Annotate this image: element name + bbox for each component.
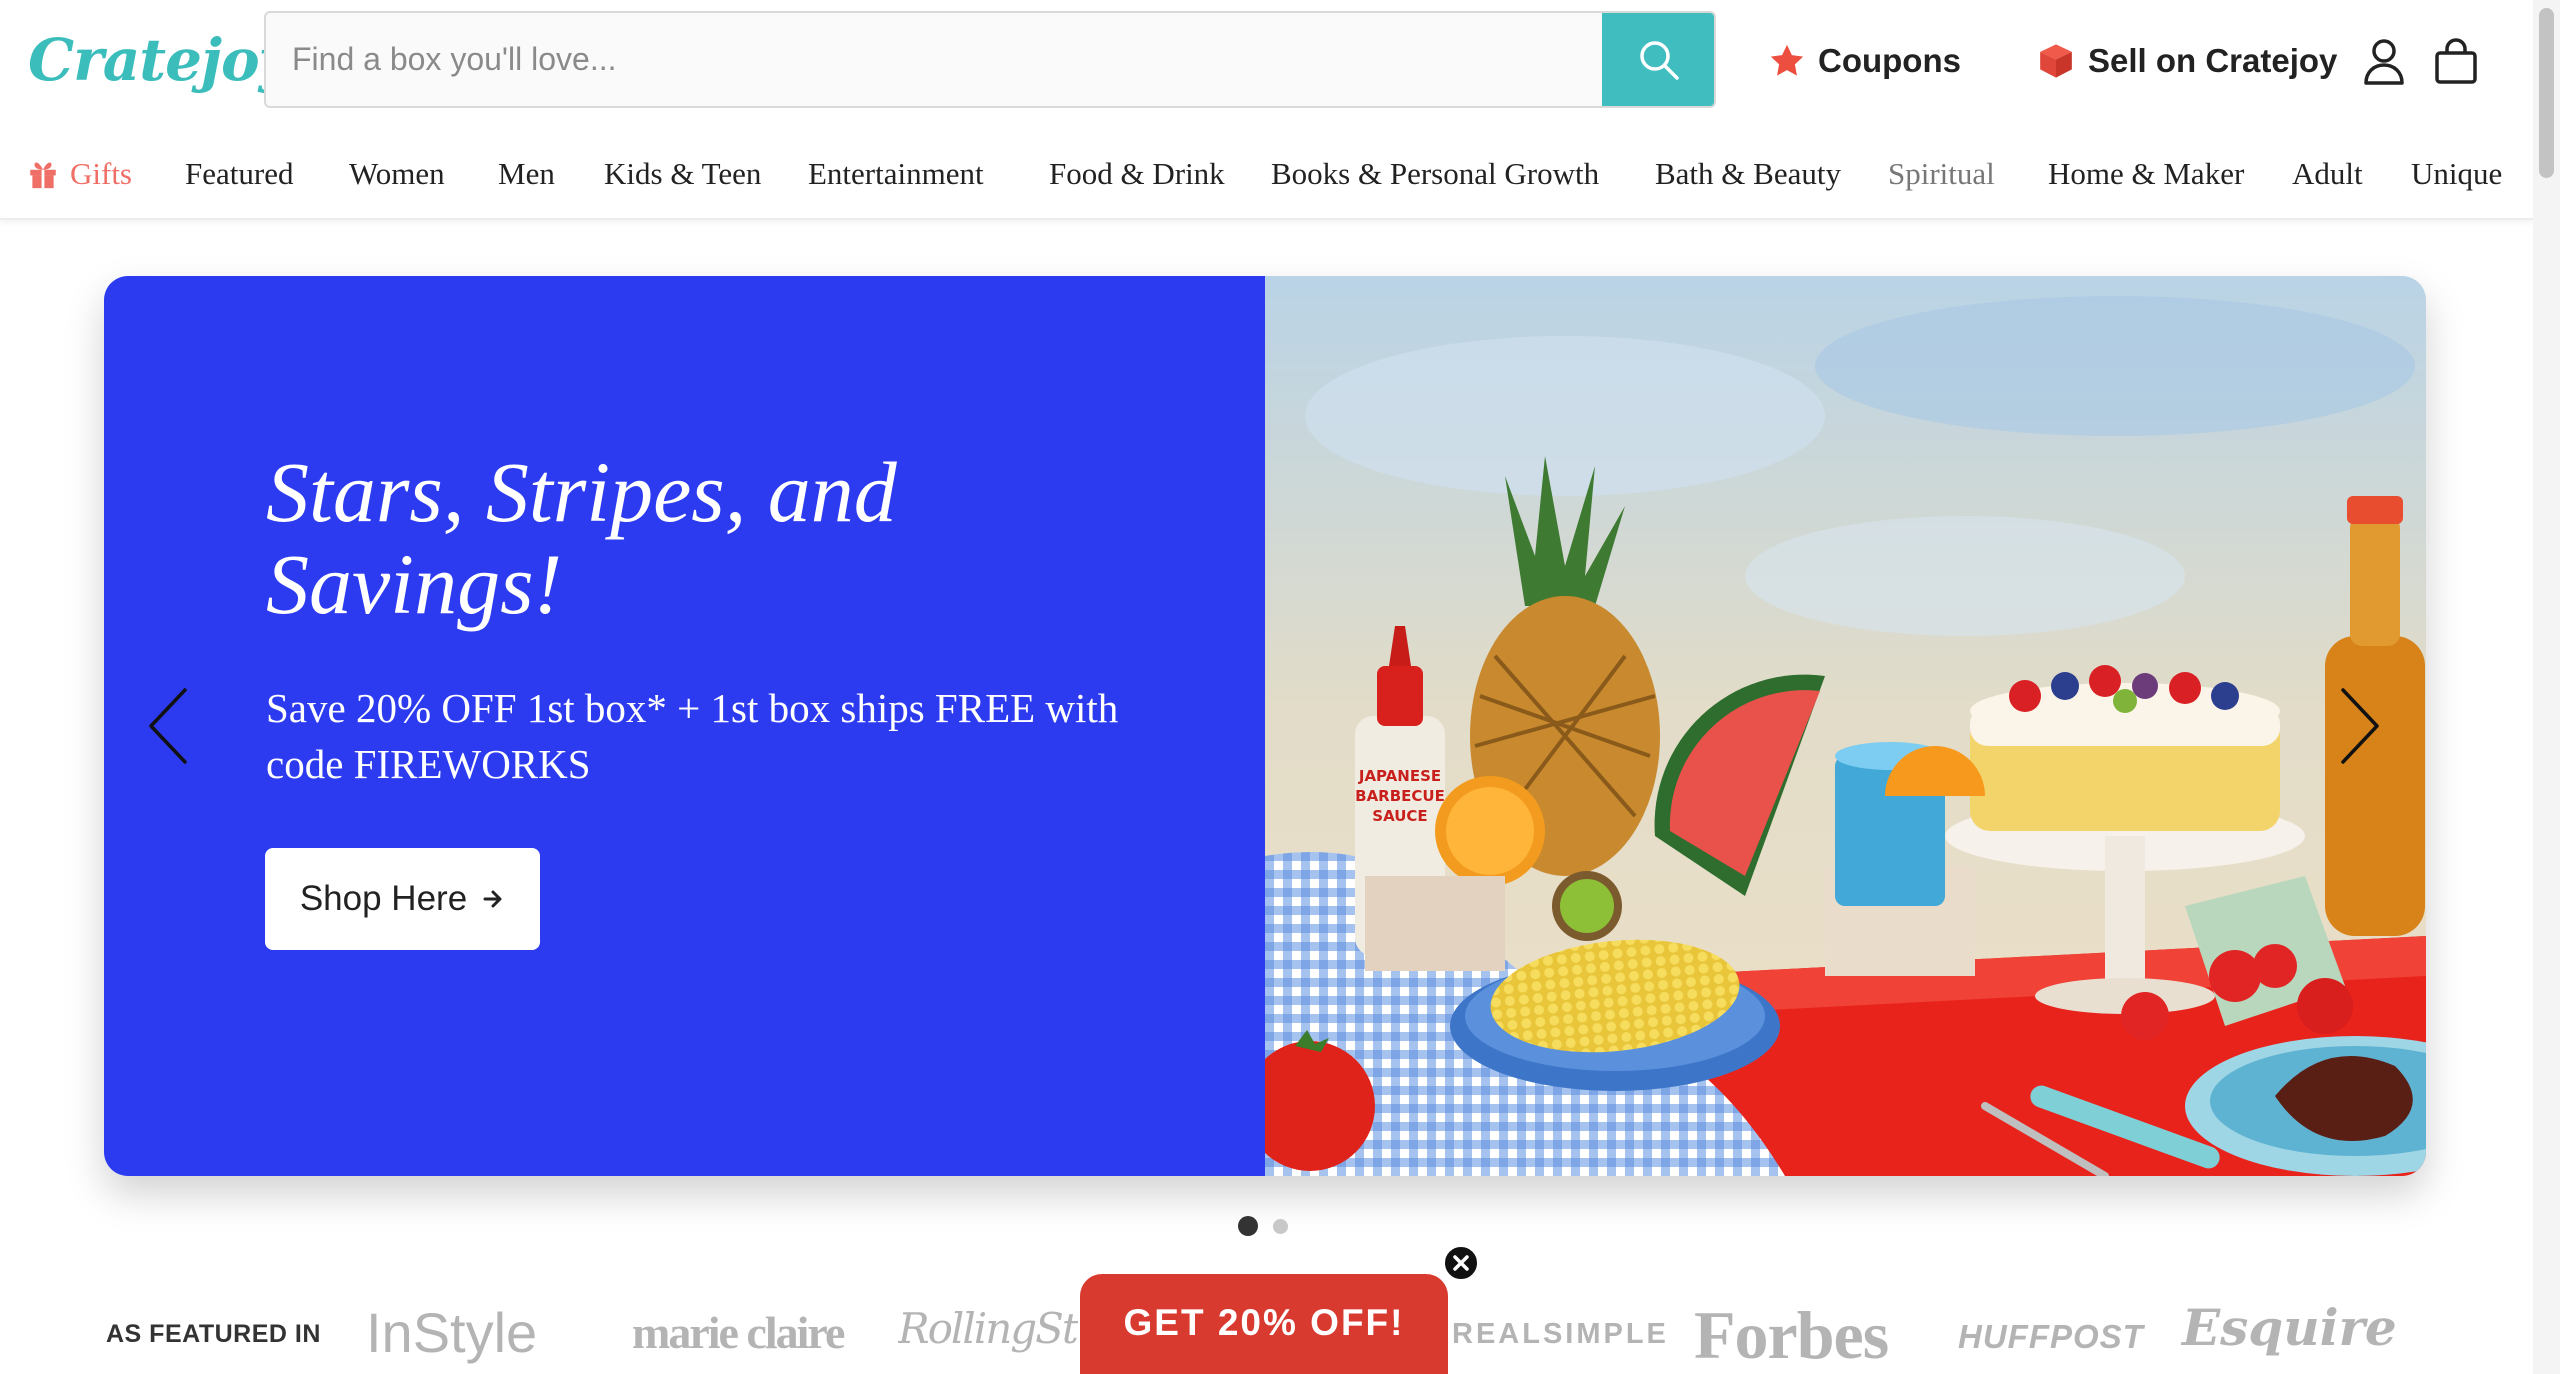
close-icon xyxy=(1453,1255,1469,1271)
nav-item-books-personal-growth[interactable]: Books & Personal Growth xyxy=(1271,152,1599,196)
hero-carousel: Stars, Stripes, and Savings! Save 20% OF… xyxy=(104,276,2426,1176)
search-button[interactable] xyxy=(1602,13,1714,106)
chevron-left-icon xyxy=(149,688,187,764)
huffpost-logo: HUFFPOST xyxy=(1958,1318,2144,1355)
cart-button[interactable] xyxy=(2430,34,2482,88)
nav-item-home-maker[interactable]: Home & Maker xyxy=(2048,152,2244,196)
search-input[interactable] xyxy=(266,13,1602,106)
nav-item-bath-beauty[interactable]: Bath & Beauty xyxy=(1655,152,1841,196)
hero-subtitle: Save 20% OFF 1st box* + 1st box ships FR… xyxy=(266,685,1119,787)
user-icon xyxy=(2364,39,2404,85)
shop-here-label: Shop Here xyxy=(299,879,468,918)
featured-in-label: AS FEATURED IN xyxy=(106,1320,321,1348)
star-icon xyxy=(1770,44,1804,76)
hero-text-panel: Stars, Stripes, and Savings! Save 20% OF… xyxy=(104,276,1265,1176)
nav-item-women[interactable]: Women xyxy=(349,152,445,196)
nav-item-entertainment[interactable]: Entertainment xyxy=(808,152,984,196)
nav-item-unique[interactable]: Unique xyxy=(2411,152,2502,196)
sauce-label-2: BARBECUE xyxy=(1355,787,1445,805)
hero-image: JAPANESE BARBECUE SAUCE xyxy=(1265,276,2426,1176)
marie-claire-logo: marie claire xyxy=(632,1307,845,1358)
nav-item-adult[interactable]: Adult xyxy=(2292,152,2363,196)
scrollbar-thumb[interactable] xyxy=(2539,8,2554,178)
get-discount-tab[interactable]: GET 20% OFF! xyxy=(1080,1274,1448,1374)
box-icon xyxy=(2040,44,2072,78)
search-bar xyxy=(264,11,1716,108)
carousel-next-button[interactable] xyxy=(2330,676,2390,776)
real-simple-logo: REALSIMPLE xyxy=(1452,1318,1669,1350)
shopping-bag-icon xyxy=(2435,38,2477,84)
site-header: Cratejoy Coupons Sell on Cratejoy xyxy=(0,0,2533,124)
arrow-right-icon xyxy=(483,890,502,908)
chevron-right-icon xyxy=(2341,688,2379,764)
gift-icon xyxy=(30,162,56,189)
coupons-link[interactable]: Coupons xyxy=(1768,34,1961,88)
summer-food-illustration: JAPANESE BARBECUE SAUCE xyxy=(1265,276,2426,1176)
rolling-stone-logo: RollingStone xyxy=(898,1304,1078,1353)
account-button[interactable] xyxy=(2358,34,2410,88)
sauce-label-1: JAPANESE xyxy=(1358,767,1441,785)
carousel-dot-1[interactable] xyxy=(1238,1216,1258,1236)
nav-item-kids-teen[interactable]: Kids & Teen xyxy=(604,152,761,196)
nav-item-food-drink[interactable]: Food & Drink xyxy=(1049,152,1225,196)
logo-text: Cratejoy xyxy=(28,26,292,94)
sauce-label-3: SAUCE xyxy=(1372,807,1427,825)
shop-here-button[interactable]: Shop Here xyxy=(265,848,540,950)
search-icon xyxy=(1640,40,1679,80)
carousel-prev-button[interactable] xyxy=(138,676,198,776)
nav-item-men[interactable]: Men xyxy=(498,152,555,196)
instyle-logo: InStyle xyxy=(366,1301,538,1364)
promo-close-button[interactable] xyxy=(1442,1244,1480,1282)
page-scrollbar[interactable] xyxy=(2533,0,2560,1374)
sell-label: Sell on Cratejoy xyxy=(2088,42,2338,79)
sell-on-cratejoy-link[interactable]: Sell on Cratejoy xyxy=(2036,34,2337,88)
promo-label: GET 20% OFF! xyxy=(1123,1302,1405,1343)
nav-label-gifts: Gifts xyxy=(70,156,132,191)
coupons-label: Coupons xyxy=(1818,42,1961,79)
esquire-logo: Esquire xyxy=(2182,1298,2397,1357)
nav-item-featured[interactable]: Featured xyxy=(185,152,293,196)
nav-item-spiritual[interactable]: Spiritual xyxy=(1888,152,1995,196)
carousel-dot-2[interactable] xyxy=(1273,1219,1288,1234)
forbes-logo: Forbes xyxy=(1694,1297,1889,1373)
hero-title: Stars, Stripes, and Savings! xyxy=(266,444,897,632)
cratejoy-logo[interactable]: Cratejoy xyxy=(28,20,292,100)
nav-item-gifts[interactable]: Gifts xyxy=(26,152,132,196)
category-nav: Gifts Featured Women Men Kids & Teen Ent… xyxy=(0,124,2533,220)
